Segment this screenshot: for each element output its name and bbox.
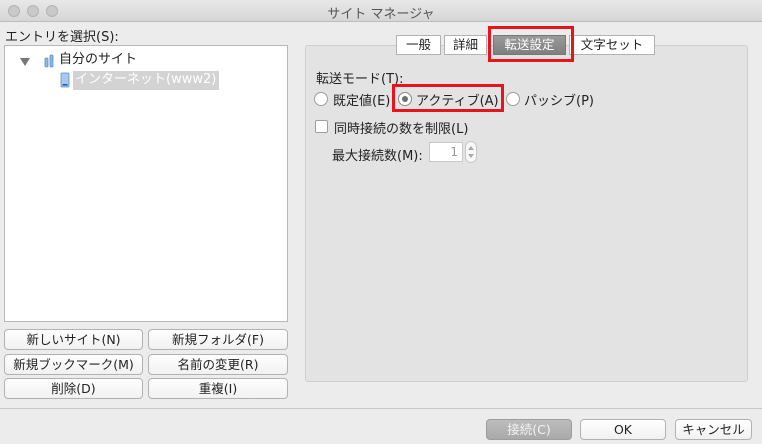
max-connections-stepper[interactable] [465, 141, 477, 163]
radio-passive[interactable] [506, 92, 520, 106]
duplicate-button[interactable]: 重複(I) [148, 378, 288, 399]
expand-triangle-icon[interactable] [20, 58, 30, 66]
tree-folder-my-sites[interactable]: 自分のサイト [59, 51, 137, 69]
radio-active[interactable] [398, 92, 412, 106]
window-title: サイト マネージャ [327, 7, 435, 22]
tree-site-internet[interactable]: インターネット(www2) [73, 71, 216, 89]
title-bar: サイト マネージャ [0, 0, 762, 22]
site-manager-window: サイト マネージャ エントリを選択(S): 自分のサイト インターネット(www… [0, 0, 762, 444]
cancel-button[interactable]: キャンセル [675, 419, 752, 440]
server-group-icon [44, 54, 54, 68]
max-connections-label: 最大接続数(M): [332, 149, 423, 164]
limit-connections-label[interactable]: 同時接続の数を制限(L) [334, 118, 468, 137]
radio-active-label[interactable]: アクティブ(A) [416, 90, 499, 109]
new-site-button[interactable]: 新しいサイト(N) [4, 329, 143, 350]
radio-default[interactable] [314, 92, 328, 106]
radio-passive-label[interactable]: パッシブ(P) [524, 90, 594, 109]
site-tree[interactable]: 自分のサイト インターネット(www2) [4, 45, 288, 322]
tab-advanced[interactable]: 詳細 [444, 35, 487, 55]
connect-button[interactable]: 接続(C) [486, 419, 572, 440]
tab-charset[interactable]: 文字セット [569, 35, 655, 55]
footer-divider [0, 408, 762, 409]
radio-default-label[interactable]: 既定値(E) [333, 90, 390, 109]
transfer-mode-label: 転送モード(T): [316, 72, 404, 87]
select-entry-label: エントリを選択(S): [5, 30, 119, 45]
stepper-down-icon[interactable] [468, 154, 474, 158]
max-connections-input[interactable]: 1 [429, 142, 463, 162]
delete-button[interactable]: 削除(D) [4, 378, 143, 399]
new-bookmark-button[interactable]: 新規ブックマーク(M) [4, 354, 143, 375]
limit-connections-checkbox[interactable] [315, 120, 328, 133]
server-icon [60, 72, 70, 88]
new-folder-button[interactable]: 新規フォルダ(F) [148, 329, 288, 350]
tab-transfer-settings[interactable]: 転送設定 [493, 35, 566, 55]
stepper-up-icon[interactable] [468, 146, 474, 150]
rename-button[interactable]: 名前の変更(R) [148, 354, 288, 375]
ok-button[interactable]: OK [580, 419, 666, 440]
tab-general[interactable]: 一般 [396, 35, 441, 55]
